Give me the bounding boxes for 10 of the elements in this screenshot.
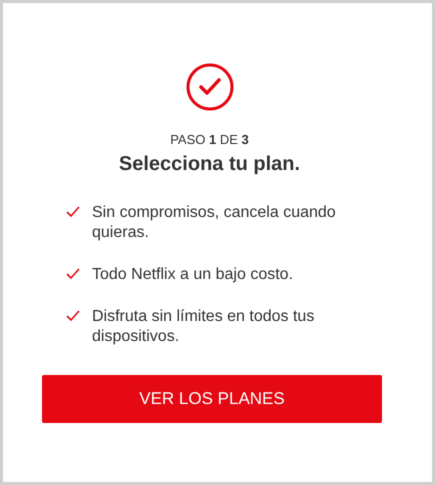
benefit-text: Todo Netflix a un bajo costo. [92,265,294,285]
step-indicator: PASO 1 DE 3 [170,133,249,146]
check-icon [66,268,80,280]
benefit-text: Sin compromisos, cancela cuando quieras. [92,203,337,243]
check-icon [66,206,80,218]
benefit-text: Disfruta sin límites en todos tus dispositivos. [92,307,316,347]
title: Selecciona tu plan. [118,152,300,177]
check-circle-icon [186,63,234,111]
see-plans-button[interactable]: VER LOS PLANES [42,375,382,423]
check-icon [66,310,80,322]
